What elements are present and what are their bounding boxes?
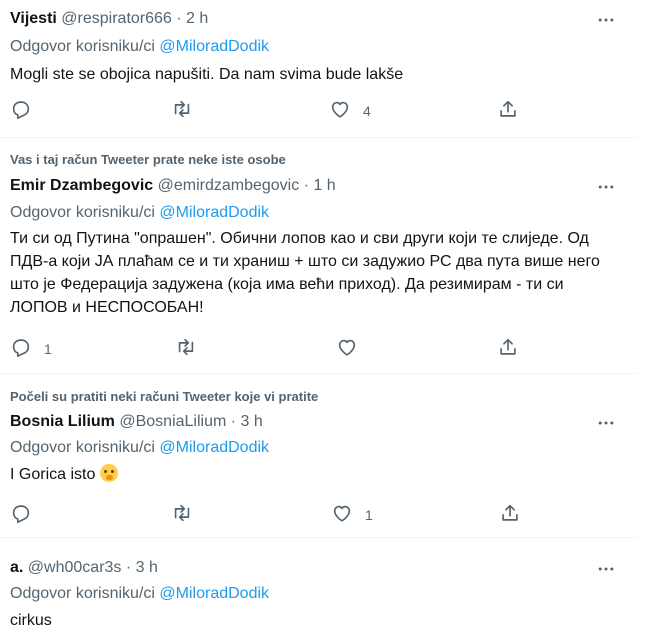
reply-context: Odgovor korisniku/ci @MiloradDodik <box>10 204 269 222</box>
tweet-time[interactable]: · 1 h <box>304 177 336 194</box>
social-context: Počeli su pratiti neki računi Tweeter ko… <box>10 389 319 404</box>
like-icon <box>331 502 353 529</box>
reply-prefix: Odgovor korisniku/ci <box>10 439 155 456</box>
tweet-actions: 4 <box>0 99 637 123</box>
reply-context: Odgovor korisniku/ci @MiloradDodik <box>10 38 269 56</box>
author-handle[interactable]: @wh00car3s <box>28 559 122 576</box>
tweet-actions: 1 <box>0 337 637 361</box>
reply-context: Odgovor korisniku/ci @MiloradDodik <box>10 585 269 603</box>
tweet-text: I Gorica isto <box>10 466 96 483</box>
like-button[interactable]: 1 <box>331 503 373 527</box>
author-handle[interactable]: @emirdzambegovic <box>158 177 300 194</box>
more-options-icon[interactable] <box>594 175 618 199</box>
author-name[interactable]: Vijesti <box>10 10 57 27</box>
retweet-icon <box>171 98 193 125</box>
tweet[interactable]: Vijesti @respirator666 · 2 h Odgovor kor… <box>0 0 637 138</box>
tweet-actions: 1 <box>0 503 637 527</box>
reply-button[interactable] <box>10 503 44 527</box>
reply-count: 1 <box>44 341 52 357</box>
tweet-text: Mogli ste se obojica napušiti. Da nam sv… <box>10 66 404 83</box>
reply-prefix: Odgovor korisniku/ci <box>10 38 155 55</box>
retweet-icon <box>175 336 197 363</box>
tweet-header: Vijesti @respirator666 · 2 h <box>10 10 208 28</box>
like-button[interactable] <box>336 337 370 361</box>
reply-prefix: Odgovor korisniku/ci <box>10 204 155 221</box>
reply-icon <box>10 98 32 125</box>
like-button[interactable]: 4 <box>329 99 371 123</box>
share-button[interactable] <box>499 503 521 527</box>
social-context: Vas i taj račun Tweeter prate neke iste … <box>10 152 286 167</box>
reply-icon <box>10 336 32 363</box>
author-name[interactable]: a. <box>10 559 23 576</box>
like-count: 1 <box>365 507 373 523</box>
reply-button[interactable]: 1 <box>10 337 52 361</box>
tweet-time[interactable]: · 2 h <box>176 10 208 27</box>
more-options-icon[interactable] <box>594 557 618 581</box>
like-count: 4 <box>363 103 371 119</box>
author-handle[interactable]: @BosniaLilium <box>119 413 226 430</box>
shushing-face-emoji <box>99 464 118 482</box>
share-button[interactable] <box>497 99 519 123</box>
share-icon <box>499 502 521 529</box>
tweet-header: Bosnia Lilium @BosniaLilium · 3 h <box>10 413 263 431</box>
tweet-text: cirkus <box>10 612 52 629</box>
like-icon <box>329 98 351 125</box>
tweet[interactable]: Počeli su pratiti neki računi Tweeter ko… <box>0 374 637 538</box>
share-icon <box>497 336 519 363</box>
tweet-header: Emir Dzambegovic @emirdzambegovic · 1 h <box>10 177 336 195</box>
retweet-button[interactable] <box>171 99 205 123</box>
more-options-icon[interactable] <box>594 8 618 32</box>
retweet-icon <box>171 502 193 529</box>
retweet-button[interactable] <box>175 337 209 361</box>
tweet-time[interactable]: · 3 h <box>126 559 158 576</box>
reply-mention[interactable]: @MiloradDodik <box>159 585 269 602</box>
reply-mention[interactable]: @MiloradDodik <box>159 439 269 456</box>
tweet[interactable]: a. @wh00car3s · 3 h Odgovor korisniku/ci… <box>0 538 637 639</box>
reply-context: Odgovor korisniku/ci @MiloradDodik <box>10 439 269 457</box>
author-name[interactable]: Emir Dzambegovic <box>10 177 153 194</box>
author-name[interactable]: Bosnia Lilium <box>10 413 115 430</box>
like-icon <box>336 336 358 363</box>
share-button[interactable] <box>497 337 519 361</box>
tweet[interactable]: Vas i taj račun Tweeter prate neke iste … <box>0 138 637 374</box>
tweet-header: a. @wh00car3s · 3 h <box>10 559 158 577</box>
share-icon <box>497 98 519 125</box>
reply-button[interactable] <box>10 99 44 123</box>
reply-icon <box>10 502 32 529</box>
tweet-time[interactable]: · 3 h <box>231 413 263 430</box>
reply-prefix: Odgovor korisniku/ci <box>10 585 155 602</box>
more-options-icon[interactable] <box>594 411 618 435</box>
reply-mention[interactable]: @MiloradDodik <box>159 38 269 55</box>
reply-mention[interactable]: @MiloradDodik <box>159 204 269 221</box>
tweet-text: Ти си од Путина "опрашен". Обични лопов … <box>10 230 600 316</box>
tweet-text-container: I Gorica isto <box>10 463 610 486</box>
author-handle[interactable]: @respirator666 <box>61 10 172 27</box>
retweet-button[interactable] <box>171 503 205 527</box>
